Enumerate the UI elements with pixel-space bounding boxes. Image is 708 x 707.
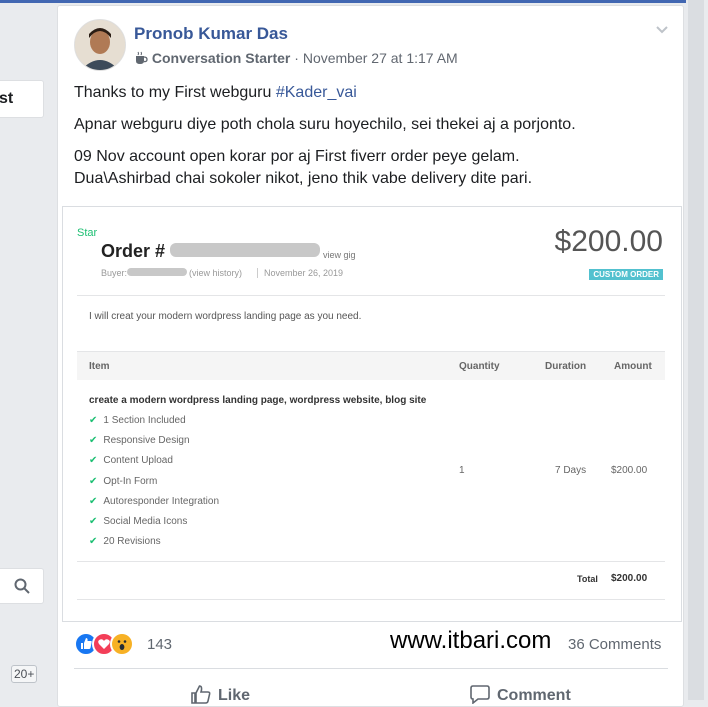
check-icon: ✔ [89,455,98,467]
post-line-2: Apnar webguru diye poth chola suru hoyec… [74,116,576,133]
feature-item: ✔ Autoresponder Integration [89,496,219,516]
total-value: $200.00 [611,573,648,584]
hashtag-link[interactable]: #Kader_vai [276,84,357,101]
post-card: Pronob Kumar Das Conversation Starter · … [57,5,684,707]
check-icon: ✔ [89,435,98,447]
like-button[interactable]: Like [190,684,250,705]
feature-list: ✔ 1 Section Included ✔ Responsive Design ✔… [89,415,219,556]
comment-label: Comment [497,687,571,704]
package-title: create a modern wordpress landing page, … [89,395,427,406]
check-icon: ✔ [89,515,98,527]
search-button[interactable] [0,568,44,604]
left-tab-label: st [0,90,14,107]
check-icon: ✔ [89,536,98,548]
divider [77,295,665,296]
order-title: Order # [101,241,166,261]
feature-label: Social Media Icons [103,515,188,527]
search-icon [14,578,30,594]
post-body: Thanks to my First webguru #Kader_vai Ap… [74,82,674,200]
post-timestamp[interactable]: November 27 at 1:17 AM [303,50,458,66]
post-line-3b: Dua\Ashirbad chai sokoler nikot, jeno th… [74,170,533,187]
wow-reaction-icon [110,632,134,656]
post-line-1-text: Thanks to my First webguru [74,84,276,101]
feature-item: ✔ Content Upload [89,455,219,475]
cell-quantity: 1 [459,465,465,476]
view-gig-link: view gig [323,250,356,260]
cell-amount: $200.00 [611,465,648,476]
column-item: Item [89,361,110,372]
feature-label: Content Upload [103,455,173,467]
author-name[interactable]: Pronob Kumar Das [134,24,288,44]
feature-item: ✔ Social Media Icons [89,516,219,536]
feature-item: ✔ Responsive Design [89,435,219,455]
divider [77,599,665,600]
check-icon: ✔ [89,475,98,487]
post-options-button[interactable] [655,22,669,40]
post-line-1: Thanks to my First webguru #Kader_vai [74,82,674,104]
post-line-3: 09 Nov account open korar por aj First f… [74,146,674,190]
meta-separator: · [294,50,303,66]
reaction-count[interactable]: 143 [147,636,172,653]
column-duration: Duration [545,361,587,372]
column-amount: Amount [614,361,652,372]
order-description: I will creat your modern wordpress landi… [89,311,362,322]
left-rail: st 20+ [0,0,56,700]
like-label: Like [218,687,251,704]
divider [77,561,665,562]
right-scroll-strip [686,0,708,700]
total-label: Total [577,574,598,584]
top-bar [0,0,708,3]
badge-label[interactable]: Conversation Starter [152,50,290,66]
order-price: $200.00 [554,225,663,258]
buyer-label: Buyer: [101,268,128,278]
redacted-buyer-name [127,268,187,276]
post-meta: Conversation Starter · November 27 at 1:… [134,50,458,66]
feature-item: ✔ 1 Section Included [89,415,219,435]
notification-count-badge[interactable]: 20+ [11,665,38,683]
thumbs-up-icon [191,685,211,704]
order-table-header: Item Quantity Duration Amount [77,351,665,380]
comment-icon [470,685,490,705]
check-icon: ✔ [89,495,98,507]
feature-item: ✔ Opt-In Form [89,476,219,496]
divider [74,668,668,669]
watermark: www.itbari.com [390,627,552,654]
feature-label: 1 Section Included [103,415,186,426]
order-screenshot[interactable]: Star Order # view gig Buyer: (view histo… [62,206,682,622]
left-tab[interactable]: st [0,80,44,118]
column-quantity: Quantity [459,361,500,372]
avatar-image [75,20,125,70]
feature-item: ✔ 20 Revisions [89,536,219,556]
check-icon: ✔ [89,415,98,426]
coffee-icon [136,51,148,64]
view-history-link: (view history) [189,268,243,278]
custom-order-tag: CUSTOM ORDER [589,269,663,280]
cell-duration: 7 Days [555,465,587,476]
post-line-3a: 09 Nov account open korar por aj First f… [74,148,520,165]
author-avatar[interactable] [74,19,126,71]
chevron-down-icon [656,26,668,34]
order-date: November 26, 2019 [257,268,343,278]
comment-button[interactable]: Comment [469,684,571,705]
feature-label: 20 Revisions [103,536,161,548]
order-star-label: Star [77,227,98,239]
feature-label: Opt-In Form [103,475,158,487]
feature-label: Responsive Design [103,435,190,447]
comments-count[interactable]: 36 Comments [568,636,661,653]
feature-label: Autoresponder Integration [103,495,220,507]
redacted-order-number [170,243,320,257]
